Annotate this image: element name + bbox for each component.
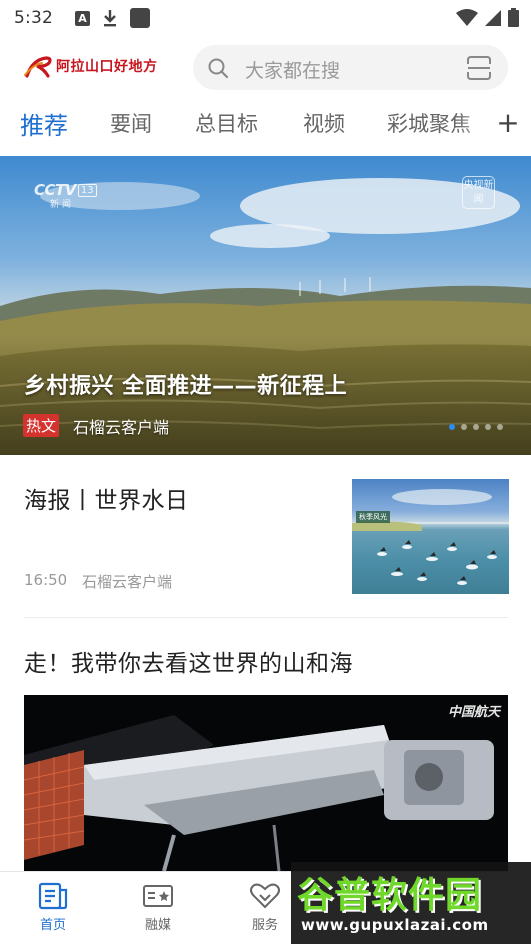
app-header: 阿拉山口好地方 大家都在搜	[0, 44, 531, 92]
system-icons	[456, 8, 519, 27]
logo-r-icon	[24, 56, 52, 78]
carousel-dot[interactable]	[497, 424, 503, 430]
home-doc-icon	[38, 882, 68, 910]
tab-headlines[interactable]: 要闻	[110, 108, 152, 138]
status-bar: 5:32 A	[0, 0, 531, 36]
carousel-dot[interactable]	[485, 424, 491, 430]
news-time: 16:50	[24, 571, 68, 589]
scan-icon[interactable]	[466, 55, 492, 81]
carousel-indicator	[449, 424, 503, 430]
nav-home[interactable]: 首页	[23, 882, 83, 933]
search-input[interactable]: 大家都在搜	[193, 45, 508, 90]
tab-video[interactable]: 视频	[303, 108, 345, 138]
corner-badge: 央视新闻	[462, 176, 495, 209]
nav-service[interactable]: 服务	[235, 882, 295, 933]
download-icon	[102, 9, 118, 27]
battery-icon	[508, 8, 519, 27]
divider	[24, 617, 508, 618]
news-source: 石榴云客户端	[82, 573, 173, 591]
cctv-logo: CCTV 13 新闻	[34, 180, 97, 210]
app-logo[interactable]: 阿拉山口好地方	[24, 54, 158, 78]
hot-tag-badge: 热文	[23, 414, 60, 437]
banner-title[interactable]: 乡村振兴 全面推进——新征程上	[24, 368, 347, 400]
carousel-banner[interactable]: CCTV 13 新闻 央视新闻 乡村振兴 全面推进——新征程上 热文 石榴云客户端	[0, 156, 531, 455]
media-card-icon	[143, 885, 173, 907]
signal-icon	[485, 9, 501, 26]
news-video[interactable]: 中国航天	[24, 695, 508, 871]
news-title[interactable]: 海报丨世界水日	[24, 481, 189, 515]
thumbnail-caption: 秋季风光	[356, 511, 390, 523]
app-notification-icon	[129, 8, 150, 28]
a-notification-icon: A	[74, 10, 90, 26]
news-item[interactable]: 海报丨世界水日 16:50 石榴云客户端 秋季风光	[0, 455, 531, 617]
banner-source: 石榴云客户端	[73, 418, 170, 437]
cctv-channel-number: 13	[77, 184, 97, 197]
tab-recommend[interactable]: 推荐	[20, 106, 68, 141]
heart-service-icon	[250, 883, 280, 909]
tab-goal[interactable]: 总目标	[195, 108, 258, 138]
nav-media-label: 融媒	[144, 918, 171, 933]
tabs-fade	[457, 100, 497, 148]
news-title[interactable]: 走！我带你去看这世界的山和海	[24, 644, 353, 678]
carousel-dot[interactable]	[461, 424, 467, 430]
nav-media[interactable]: 融媒	[128, 882, 188, 933]
news-thumbnail[interactable]: 秋季风光	[352, 479, 509, 594]
carousel-dot[interactable]	[473, 424, 479, 430]
search-icon	[208, 58, 229, 79]
media-logo: 中国航天	[447, 705, 500, 720]
site-watermark: 谷普软件园 www.gupuxlazai.com	[291, 862, 531, 944]
watermark-url: www.gupuxlazai.com	[301, 916, 489, 934]
space-station-image	[24, 715, 494, 871]
carousel-dot[interactable]	[449, 424, 455, 430]
add-channel-button[interactable]: +	[495, 106, 521, 140]
channel-tabs: 推荐 要闻 总目标 视频 彩城聚焦 +	[0, 100, 531, 148]
wifi-icon	[456, 8, 478, 26]
lake-birds-image	[352, 489, 509, 585]
nav-service-label: 服务	[251, 918, 278, 933]
notification-icons: A	[74, 8, 150, 28]
search-placeholder: 大家都在搜	[245, 60, 341, 82]
nav-home-label: 首页	[39, 918, 66, 933]
status-time: 5:32	[14, 8, 53, 28]
watermark-text: 谷普软件园	[297, 875, 483, 916]
logo-text: 阿拉山口好地方	[56, 59, 158, 75]
